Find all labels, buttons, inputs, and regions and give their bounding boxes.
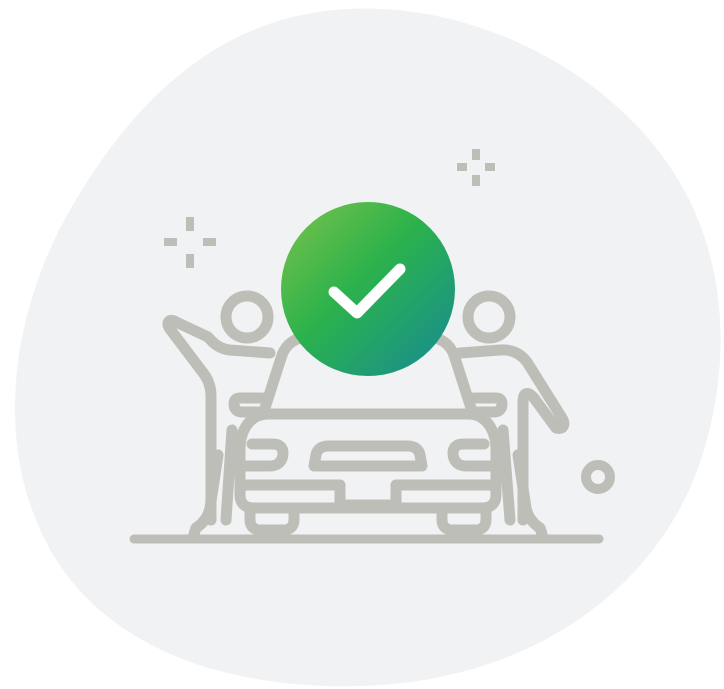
illustration-canvas: [14, 8, 721, 687]
check-badge-icon: [281, 202, 455, 376]
illustration: [0, 0, 724, 689]
